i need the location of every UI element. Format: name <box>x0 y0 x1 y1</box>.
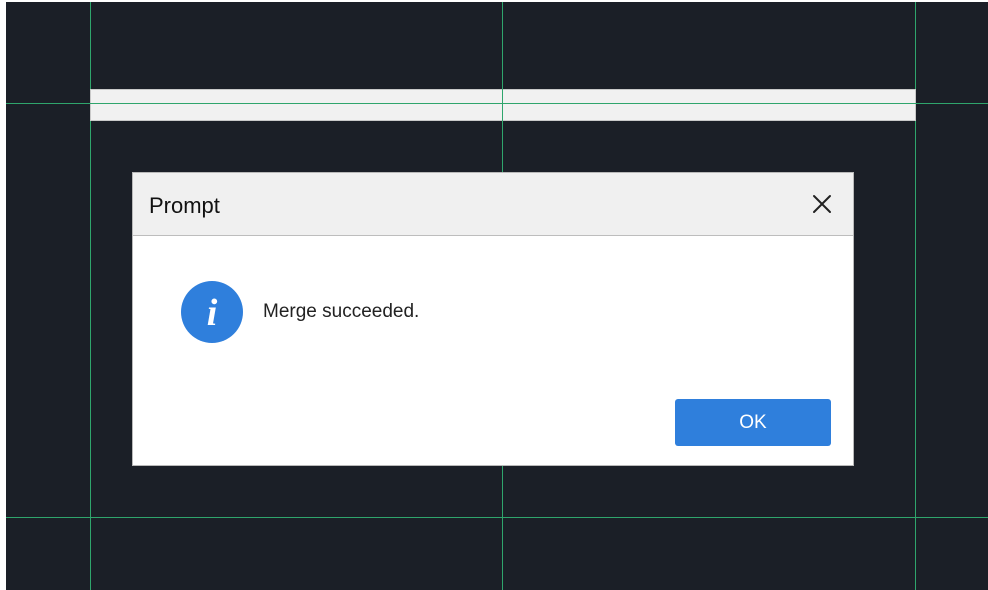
canvas-area: Prompt i Merge succeeded. OK <box>6 2 988 590</box>
dialog-title: Prompt <box>149 193 220 218</box>
merged-cell-strip <box>90 89 916 121</box>
dialog-message: Merge succeeded. <box>263 301 420 322</box>
svg-text:i: i <box>207 292 218 334</box>
grid-line-horizontal <box>90 103 916 104</box>
ok-button[interactable]: OK <box>675 399 831 446</box>
grid-line-horizontal <box>6 517 988 518</box>
info-icon: i <box>181 281 243 343</box>
prompt-dialog: Prompt i Merge succeeded. OK <box>132 172 854 466</box>
dialog-titlebar: Prompt <box>133 173 853 236</box>
grid-line-vertical <box>502 89 503 121</box>
close-icon[interactable] <box>811 193 833 215</box>
